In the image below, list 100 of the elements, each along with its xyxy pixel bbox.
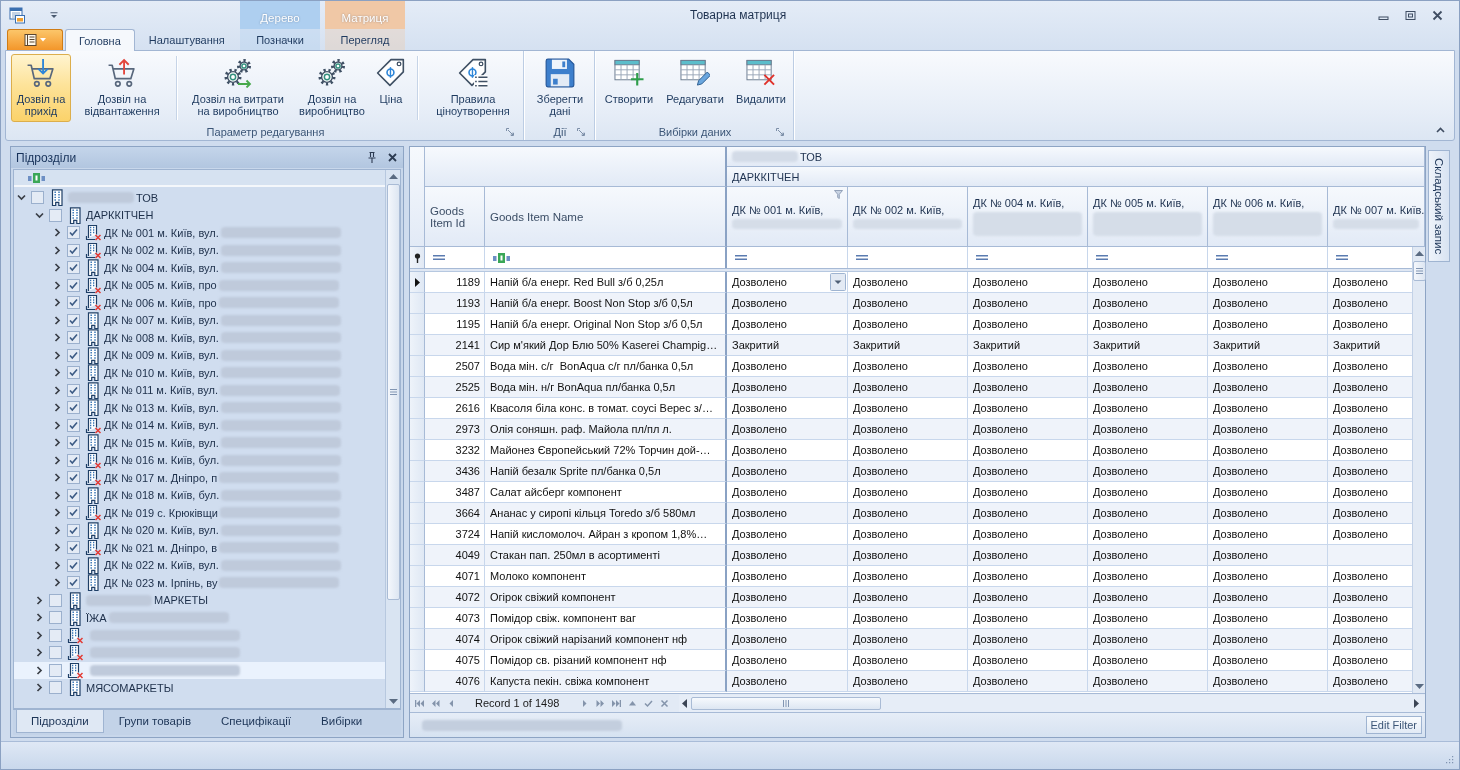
tree-row[interactable]: ДК № 001 м. Київ, вул.: [14, 224, 385, 242]
checkbox[interactable]: [67, 226, 80, 240]
tree-row[interactable]: ДК № 016 м. Київ, бул.: [14, 451, 385, 469]
chevron-right-icon[interactable]: [35, 595, 44, 605]
ribbon-tab[interactable]: Позначки: [240, 29, 320, 50]
pushpin-icon[interactable]: [368, 152, 376, 163]
chevron-right-icon[interactable]: [53, 385, 62, 395]
checkbox[interactable]: [49, 663, 62, 677]
pushpin-icon[interactable]: [413, 252, 421, 263]
checkbox[interactable]: [49, 611, 62, 625]
chevron-right-icon[interactable]: [53, 420, 62, 430]
chevron-right-icon[interactable]: [53, 438, 62, 448]
checkbox[interactable]: [67, 523, 80, 537]
chevron-right-icon[interactable]: [35, 648, 44, 658]
edit-filter-button[interactable]: Edit Filter: [1365, 716, 1422, 734]
chevron-right-icon[interactable]: [35, 683, 44, 693]
tree-row[interactable]: ДК № 002 м. Київ, вул.: [14, 241, 385, 259]
chevron-right-icon[interactable]: [53, 350, 62, 360]
tree-row[interactable]: ДК № 011 м. Київ, вул.: [14, 381, 385, 399]
column-header[interactable]: ДК № 002 м. Київ,: [848, 187, 968, 247]
dialog-launcher-icon[interactable]: [776, 128, 784, 136]
cross-icon[interactable]: [660, 698, 670, 708]
checkbox[interactable]: [67, 506, 80, 520]
tree-row[interactable]: ДК № 007 м. Київ, вул.: [14, 311, 385, 329]
checkbox[interactable]: [67, 243, 80, 257]
customize-caret-icon[interactable]: [50, 11, 58, 19]
equals-filter-icon[interactable]: [976, 255, 988, 260]
last-record-icon[interactable]: [612, 698, 622, 708]
chevron-right-icon[interactable]: [53, 578, 62, 588]
checkbox[interactable]: [31, 191, 44, 205]
side-tab[interactable]: Складський запис: [1428, 150, 1450, 263]
equals-filter-icon[interactable]: [735, 255, 747, 260]
chevron-right-icon[interactable]: [53, 473, 62, 483]
ribbon-tab[interactable]: Головна: [65, 29, 135, 51]
scroll-down-icon[interactable]: [1414, 684, 1424, 689]
row-indicator[interactable]: [410, 272, 425, 293]
ribbon-button[interactable]: Ціна: [373, 54, 409, 122]
column-header[interactable]: Goods Item Name: [485, 187, 727, 247]
tree-row[interactable]: ЇЖА: [14, 609, 385, 627]
equals-filter-icon[interactable]: [1336, 255, 1348, 260]
ribbon-button[interactable]: Редагувати: [663, 54, 727, 122]
tree-row[interactable]: ДК № 004 м. Київ, вул.: [14, 259, 385, 277]
tree-row[interactable]: ДК № 022 м. Київ, вул.: [14, 556, 385, 574]
previous-page-icon[interactable]: [431, 698, 440, 708]
dialog-launcher-icon[interactable]: [506, 128, 514, 136]
checkbox[interactable]: [67, 366, 80, 380]
tree-row[interactable]: ДК № 015 м. Київ, вул.: [14, 434, 385, 452]
column-header[interactable]: ДК № 005 м. Київ,: [1088, 187, 1208, 247]
tree-row[interactable]: ДК № 019 с. Крюківщи: [14, 504, 385, 522]
column-header[interactable]: ДК № 001 м. Київ,: [727, 187, 848, 247]
maximize-icon[interactable]: [1405, 9, 1416, 21]
tree-row[interactable]: ДК № 009 м. Київ, вул.: [14, 346, 385, 364]
checkbox[interactable]: [67, 418, 80, 432]
column-header[interactable]: Goods Item Id: [425, 187, 485, 247]
panel-tab[interactable]: Групи товарів: [103, 710, 207, 733]
checkbox[interactable]: [67, 383, 80, 397]
app-window-icon[interactable]: [9, 6, 26, 24]
tree-row[interactable]: ДК № 023 м. Ірпінь, ву: [14, 574, 385, 592]
tree-row[interactable]: ДК № 021 м. Дніпро, в: [14, 539, 385, 557]
tree-row[interactable]: ДАРККІТЧЕН: [14, 206, 385, 224]
next-page-icon[interactable]: [596, 698, 606, 708]
resize-grip-icon[interactable]: [1444, 754, 1454, 764]
checkbox[interactable]: [67, 331, 80, 345]
chevron-right-icon[interactable]: [53, 403, 62, 413]
checkbox[interactable]: [49, 208, 62, 222]
tree-row[interactable]: ДК № 013 м. Київ, вул.: [14, 399, 385, 417]
scroll-up-icon[interactable]: [388, 174, 398, 179]
panel-tab[interactable]: Вибірки: [306, 710, 378, 733]
scrollbar-thumb[interactable]: [1412, 261, 1426, 281]
checkbox[interactable]: [67, 453, 80, 467]
tree-row[interactable]: МЯСОМАРКЕТЫ: [14, 679, 385, 697]
checkbox[interactable]: [67, 261, 80, 275]
scroll-right-icon[interactable]: [1414, 698, 1419, 708]
checkbox[interactable]: [67, 296, 80, 310]
tree-row[interactable]: ТОВ: [14, 189, 385, 207]
checkbox[interactable]: [67, 313, 80, 327]
previous-record-icon[interactable]: [447, 698, 456, 708]
chevron-right-icon[interactable]: [35, 665, 44, 675]
collapse-ribbon-icon[interactable]: [1436, 127, 1445, 133]
tree-row[interactable]: ДК № 017 м. Дніпро, п: [14, 469, 385, 487]
chevron-right-icon[interactable]: [53, 263, 62, 273]
chevron-right-icon[interactable]: [53, 455, 62, 465]
chevron-right-icon[interactable]: [53, 490, 62, 500]
checkbox[interactable]: [67, 576, 80, 590]
tree-row[interactable]: ДК № 005 м. Київ, про: [14, 276, 385, 294]
filter-icon[interactable]: [834, 190, 843, 199]
checkbox[interactable]: [49, 681, 62, 695]
chevron-down-icon[interactable]: [35, 210, 44, 220]
panel-tab[interactable]: Підрозділи: [16, 710, 104, 733]
check-icon[interactable]: [644, 698, 654, 708]
tree-row[interactable]: ДК № 018 м. Київ, бул.: [14, 486, 385, 504]
app-menu-button[interactable]: [7, 29, 63, 50]
equals-filter-icon[interactable]: [1216, 255, 1228, 260]
scroll-left-icon[interactable]: [682, 698, 688, 708]
tree-row[interactable]: ДК № 020 м. Київ, вул.: [14, 521, 385, 539]
tree-row[interactable]: ДК № 006 м. Київ, про: [14, 294, 385, 312]
checkbox[interactable]: [67, 541, 80, 555]
checkbox[interactable]: [49, 646, 62, 660]
ribbon-button[interactable]: Видалити: [732, 54, 790, 122]
scrollbar-thumb[interactable]: [386, 184, 400, 600]
